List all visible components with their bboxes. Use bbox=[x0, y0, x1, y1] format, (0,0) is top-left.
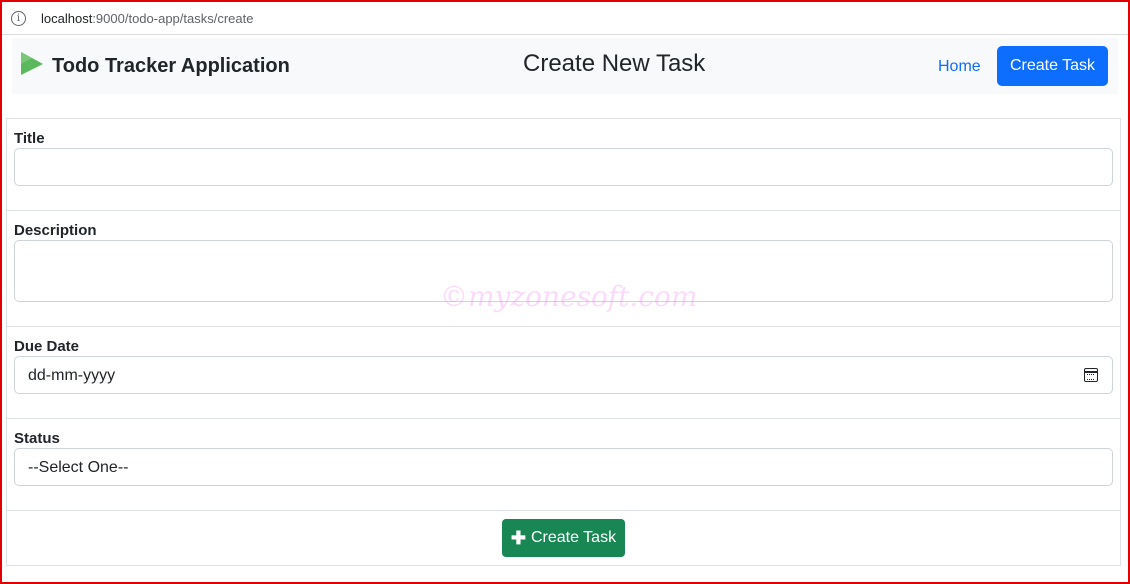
description-textarea[interactable] bbox=[14, 240, 1113, 302]
browser-address-bar[interactable]: i localhost:9000/todo-app/tasks/create bbox=[2, 2, 1128, 35]
due-date-input[interactable]: dd-mm-yyyy bbox=[14, 356, 1113, 394]
due-date-placeholder: dd-mm-yyyy bbox=[28, 367, 116, 384]
plus-icon: ✚ bbox=[510, 528, 526, 548]
title-label: Title bbox=[14, 130, 45, 147]
title-input[interactable] bbox=[14, 148, 1113, 186]
status-label: Status bbox=[14, 430, 60, 447]
url-path: :9000/todo-app/tasks/create bbox=[92, 10, 254, 26]
navbar: Todo Tracker Application Create New Task… bbox=[12, 38, 1118, 94]
calendar-icon[interactable] bbox=[1084, 368, 1098, 382]
submit-label: Create Task bbox=[531, 529, 617, 546]
create-task-nav-button[interactable]: Create Task bbox=[997, 46, 1108, 86]
status-selected-value: --Select One-- bbox=[28, 459, 129, 476]
info-icon[interactable]: i bbox=[11, 10, 26, 26]
description-row: Description bbox=[7, 211, 1120, 327]
play-triangle-icon[interactable] bbox=[18, 51, 44, 77]
home-link[interactable]: Home bbox=[938, 58, 981, 76]
brand-title[interactable]: Todo Tracker Application bbox=[52, 55, 290, 78]
url-host: localhost bbox=[41, 10, 93, 26]
status-row: Status --Select One-- bbox=[7, 419, 1120, 511]
url-text[interactable]: localhost:9000/todo-app/tasks/create bbox=[41, 11, 253, 26]
create-task-submit-button[interactable]: ✚ Create Task bbox=[502, 519, 625, 557]
status-select[interactable]: --Select One-- bbox=[14, 448, 1113, 486]
create-task-form: Title Description Due Date dd-mm-yyyy St… bbox=[6, 118, 1121, 566]
due-date-label: Due Date bbox=[14, 338, 80, 355]
description-label: Description bbox=[14, 222, 97, 239]
page-title: Create New Task bbox=[523, 50, 706, 77]
title-row: Title bbox=[7, 119, 1120, 211]
due-date-row: Due Date dd-mm-yyyy bbox=[7, 327, 1120, 419]
